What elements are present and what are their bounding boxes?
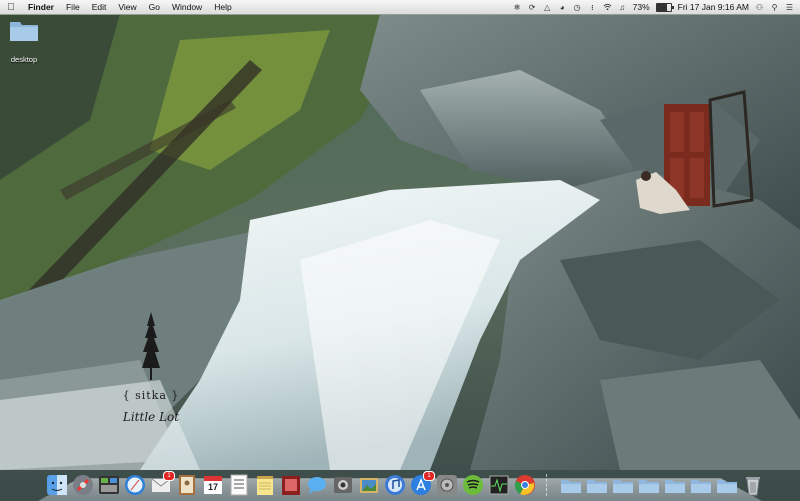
calendar-day: 17	[207, 482, 218, 492]
sitka-word: { sitka }	[122, 389, 180, 402]
notes-icon[interactable]	[254, 474, 276, 496]
menu-view[interactable]: View	[112, 0, 142, 14]
mail-icon[interactable]: 1	[150, 471, 175, 496]
folder-stack-icon[interactable]	[612, 474, 634, 496]
tree-logo-icon	[142, 312, 160, 380]
battery-fill	[656, 3, 667, 11]
sync-icon[interactable]: ⟳	[528, 3, 537, 12]
iphoto-icon[interactable]	[358, 474, 380, 496]
google-drive-icon[interactable]: △	[543, 3, 552, 12]
folder-stack-icon[interactable]	[664, 474, 686, 496]
menu-help[interactable]: Help	[208, 0, 237, 14]
folder-stack-icon[interactable]	[586, 474, 608, 496]
launchpad-icon[interactable]	[72, 474, 94, 496]
clock-icon[interactable]: ◷	[573, 3, 582, 12]
folder-stack-icon[interactable]	[716, 474, 738, 496]
battery-percent: 73%	[632, 2, 650, 12]
menu-bar:  Finder File Edit View Go Window Help ❄…	[0, 0, 800, 15]
reminders-icon[interactable]	[228, 474, 250, 496]
messages-icon[interactable]	[306, 474, 328, 496]
evernote-icon[interactable]: ❄	[513, 3, 522, 12]
desktop-wallpaper	[0, 0, 800, 500]
app-store-badge: 1	[423, 471, 435, 481]
sitka-logo: { sitka } Little Lot	[116, 312, 186, 424]
mail-badge: 1	[163, 471, 175, 481]
volume-icon[interactable]: ♫	[618, 3, 627, 12]
system-preferences-icon[interactable]	[436, 474, 458, 496]
user-icon[interactable]: ⚇	[755, 3, 764, 12]
folder-stack-icon[interactable]	[560, 474, 582, 496]
folder-stack-icon[interactable]	[690, 474, 712, 496]
safari-icon[interactable]	[124, 474, 146, 496]
menu-app-finder[interactable]: Finder	[22, 0, 60, 14]
facetime-icon[interactable]	[332, 474, 354, 496]
calendar-icon[interactable]: 17	[202, 474, 224, 496]
time-machine-icon[interactable]: ◕	[558, 3, 567, 12]
activity-monitor-icon[interactable]	[488, 474, 510, 496]
folder-icon	[10, 22, 38, 41]
dock: 1 17 1	[46, 466, 760, 496]
menu-clock[interactable]: Fri 17 Jan 9:16 AM	[678, 2, 749, 12]
notification-list-icon[interactable]: ☰	[785, 3, 794, 12]
spotify-icon[interactable]	[462, 474, 484, 496]
bluetooth-icon[interactable]: ᎒	[588, 3, 597, 12]
wifi-icon[interactable]	[603, 3, 612, 12]
menu-file[interactable]: File	[60, 0, 86, 14]
trash-icon[interactable]	[742, 474, 764, 496]
sitka-script: Little Lot	[122, 410, 180, 424]
app-store-icon[interactable]: 1	[410, 471, 435, 496]
menu-window[interactable]: Window	[166, 0, 208, 14]
dock-separator	[546, 474, 550, 496]
itunes-icon[interactable]	[384, 474, 406, 496]
apple-logo-icon[interactable]: 	[0, 2, 22, 13]
contacts-icon[interactable]	[176, 474, 198, 496]
battery-icon[interactable]	[655, 2, 674, 12]
desktop-folder[interactable]: desktop	[6, 18, 42, 64]
mission-control-icon[interactable]	[98, 474, 120, 496]
folder-stack-icon[interactable]	[638, 474, 660, 496]
chrome-icon[interactable]	[514, 474, 536, 496]
spotlight-search-icon[interactable]: ⚲	[770, 3, 779, 12]
finder-icon[interactable]	[46, 474, 68, 496]
status-area: ❄ ⟳ △ ◕ ◷ ᎒ ♫ 73% Fri 17 Jan 9:16 AM ⚇ ⚲…	[513, 2, 800, 12]
photo-booth-icon[interactable]	[280, 474, 302, 496]
desktop-folder-label: desktop	[10, 55, 38, 64]
menu-go[interactable]: Go	[143, 0, 166, 14]
menu-edit[interactable]: Edit	[86, 0, 113, 14]
